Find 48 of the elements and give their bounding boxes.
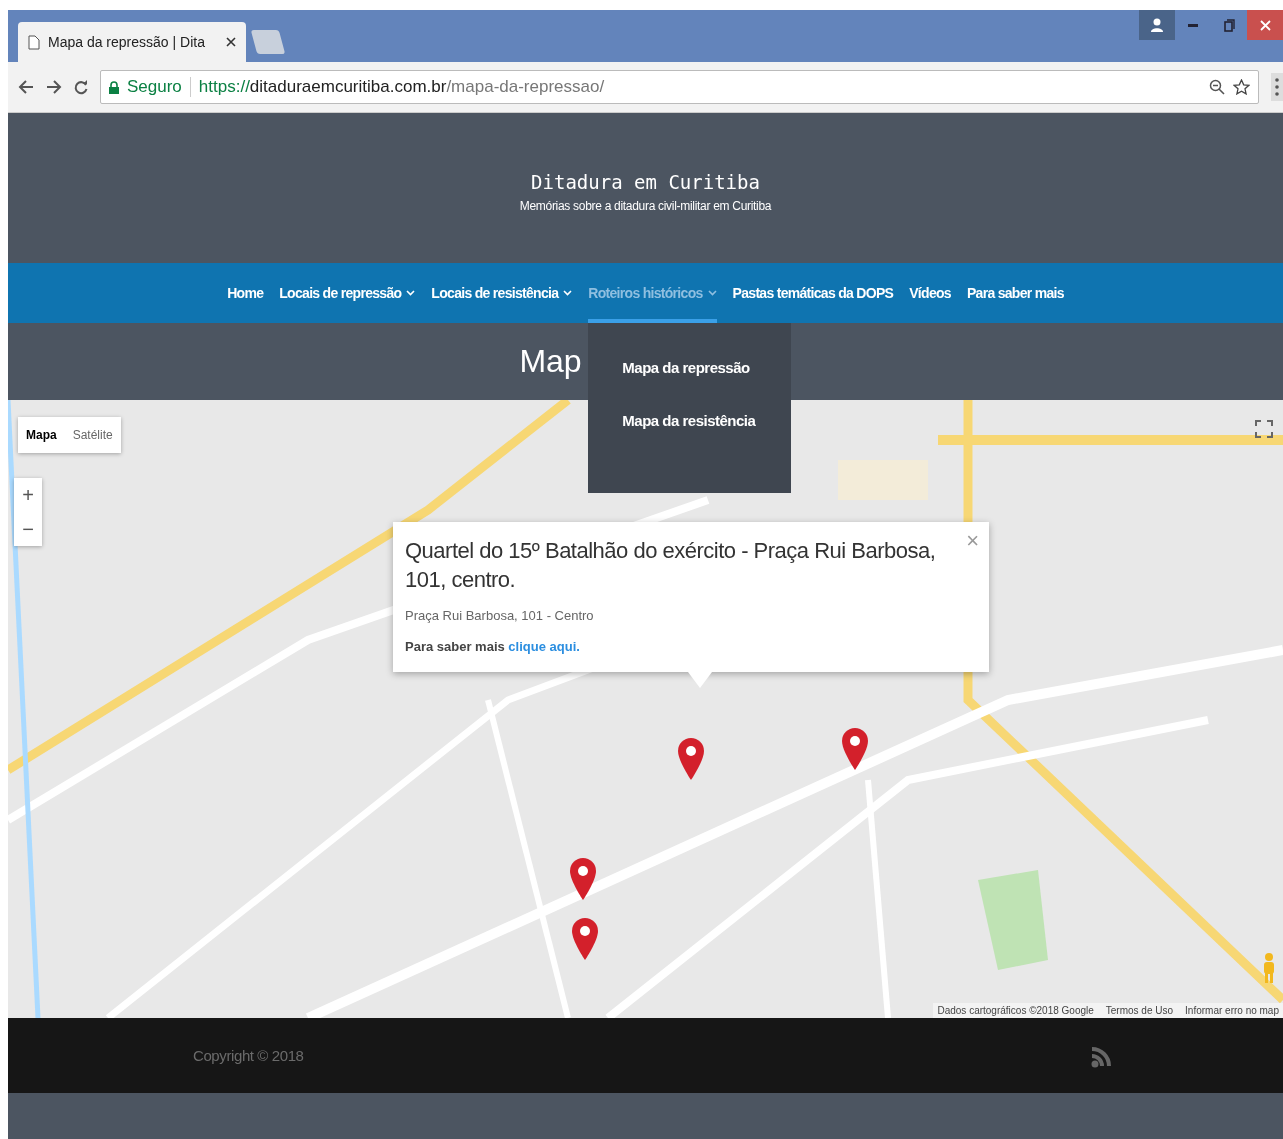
popup-more-text: Para saber mais clique aqui.	[405, 639, 581, 654]
map-marker-icon[interactable]	[568, 857, 598, 901]
reload-icon[interactable]	[74, 79, 88, 95]
close-icon[interactable]	[226, 37, 236, 47]
nav-link[interactable]: Pastas temáticas da DOPS	[732, 263, 894, 323]
map-type-button[interactable]: Satélite	[64, 417, 121, 453]
browser-tab[interactable]: Mapa da repressão | Dita	[18, 22, 246, 62]
nav-link[interactable]: Para saber mais	[966, 263, 1064, 323]
back-icon[interactable]	[18, 80, 34, 94]
map-marker-icon[interactable]	[840, 727, 870, 771]
popup-link[interactable]: clique aqui.	[508, 639, 580, 654]
url-text: https://ditaduraemcuritiba.com.br/mapa-da-repressao/	[198, 77, 605, 97]
secure-label: Seguro	[127, 77, 182, 97]
map-link[interactable]: Termos de Uso	[1105, 1005, 1174, 1016]
profile-button[interactable]	[1139, 10, 1175, 40]
popup-address: Praça Rui Barbosa, 101 - Centro	[405, 608, 595, 623]
forward-icon[interactable]	[46, 80, 62, 94]
person-icon	[1151, 18, 1163, 32]
site-title: Ditadura em Curitiba	[531, 171, 760, 193]
tab-title: Mapa da repressão | Dita	[48, 34, 206, 50]
nav-link[interactable]: Vídeos	[909, 263, 951, 323]
page-title: Map	[519, 343, 582, 380]
minimize-icon	[1188, 23, 1198, 27]
map-link[interactable]: Informar erro no map	[1185, 1005, 1279, 1016]
popup-title: Quartel do 15º Batalhão do exército - Praça Rui Barbosa, 101, centro.	[405, 537, 937, 594]
map-attribution: Dados cartográficos ©2018 Google	[937, 1005, 1094, 1016]
dropdown-item[interactable]: Mapa da resistência	[622, 412, 792, 429]
window-close-button[interactable]	[1247, 10, 1283, 40]
map-marker-icon[interactable]	[676, 737, 706, 781]
copyright-text: Copyright © 2018	[193, 1047, 304, 1064]
menu-icon[interactable]	[1271, 73, 1283, 101]
nav-link[interactable]: Locais de repressão	[279, 263, 416, 323]
address-bar[interactable]: Seguro https://ditaduraemcuritiba.com.br/mapa-da-repressao/	[100, 70, 1259, 104]
site-subtitle: Memórias sobre a ditadura civil-militar em Curitiba	[519, 199, 772, 213]
zoom-out-icon[interactable]	[1209, 79, 1225, 95]
zoom-in-button[interactable]: +	[14, 478, 42, 512]
restore-icon	[1223, 18, 1235, 32]
map-type-button[interactable]: Mapa	[18, 417, 65, 453]
map-marker-icon[interactable]	[570, 917, 600, 961]
padlock-icon	[109, 80, 119, 94]
nav-link[interactable]: Home	[227, 263, 264, 323]
nav-link[interactable]: Locais de resistência	[431, 263, 573, 323]
dropdown-item[interactable]: Mapa da repressão	[622, 359, 792, 376]
star-icon[interactable]	[1233, 79, 1250, 95]
fullscreen-icon[interactable]	[1255, 420, 1273, 438]
close-icon	[1259, 19, 1271, 31]
page-icon	[28, 34, 40, 50]
zoom-out-button[interactable]: −	[14, 512, 42, 546]
